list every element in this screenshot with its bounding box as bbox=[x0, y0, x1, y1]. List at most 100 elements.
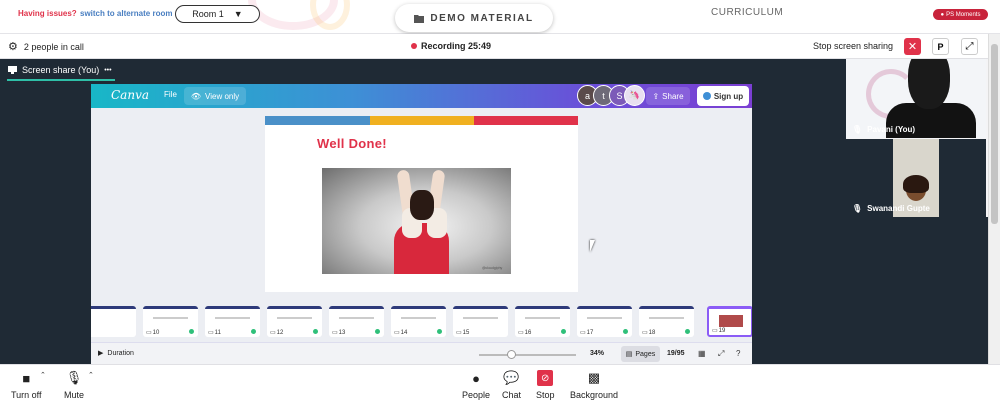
switch-room-link[interactable]: switch to alternate room bbox=[80, 9, 172, 18]
people-button[interactable]: ● People bbox=[462, 370, 491, 401]
thumbnail-number: ▭ 12 bbox=[270, 329, 283, 337]
unicorn-avatar-icon[interactable]: 🦄 bbox=[624, 85, 645, 106]
slide-thumbnail[interactable]: ▭ 11 bbox=[205, 306, 260, 337]
expand-button[interactable]: ⤢ bbox=[961, 38, 978, 55]
video-camera-icon: ■ bbox=[22, 370, 31, 386]
microphone-icon: 🎙 bbox=[852, 125, 863, 134]
view-only-button[interactable]: 👁 View only bbox=[184, 87, 246, 105]
more-options-icon[interactable]: ••• bbox=[104, 67, 111, 74]
page-scrollbar[interactable] bbox=[988, 34, 1000, 364]
mute-label: Mute bbox=[64, 390, 85, 400]
canva-logo[interactable]: Canva bbox=[111, 88, 149, 102]
participant-tile[interactable]: 🎙 Pavani (You) bbox=[846, 59, 986, 138]
demo-material-button[interactable]: DEMO MATERIAL bbox=[395, 4, 553, 32]
help-icon[interactable]: ? bbox=[736, 349, 740, 358]
screen-share-tab-label: Screen share (You) bbox=[22, 65, 100, 75]
share-upload-icon: ⇪ bbox=[652, 91, 660, 101]
people-label: People bbox=[462, 390, 491, 400]
room-select-value: Room 1 bbox=[192, 9, 224, 19]
slide-stripe-yellow bbox=[370, 116, 474, 125]
chevron-down-icon[interactable]: ⌃ bbox=[88, 371, 94, 379]
check-icon bbox=[437, 329, 442, 334]
gif-figure-head bbox=[410, 190, 434, 220]
recording-label: Recording 25:49 bbox=[421, 41, 492, 51]
duration-button[interactable]: ▶ Duration bbox=[98, 349, 134, 358]
pin-button[interactable]: P bbox=[932, 38, 949, 55]
check-icon bbox=[189, 329, 194, 334]
zoom-slider-handle[interactable] bbox=[507, 350, 516, 359]
slide: Well Done! @cloudgiphy bbox=[265, 116, 578, 292]
ps-moments-label: PS Moments bbox=[946, 11, 981, 18]
slide-thumbnail[interactable]: ▭ 18 bbox=[639, 306, 694, 337]
stop-share-button[interactable]: ⊘ Stop bbox=[536, 370, 555, 400]
stop-screen-sharing-label[interactable]: Stop screen sharing bbox=[813, 41, 893, 51]
pages-button[interactable]: ▤ Pages bbox=[621, 346, 660, 362]
fullscreen-icon[interactable]: ⤢ bbox=[718, 349, 724, 359]
slide-stripe-blue bbox=[265, 116, 370, 125]
slide-thumbnail[interactable]: ▭ 16 bbox=[515, 306, 570, 337]
scrollbar-thumb[interactable] bbox=[991, 44, 998, 224]
ps-moments-button[interactable]: ● PS Moments bbox=[933, 9, 988, 20]
room-select[interactable]: Room 1 ▼ bbox=[175, 5, 260, 23]
thumbnail-number: ▭ 10 bbox=[146, 329, 159, 337]
grid-view-icon[interactable]: ▦ bbox=[698, 349, 706, 358]
participant-name-label: Pavani (You) bbox=[867, 125, 916, 134]
slide-thumbnail[interactable]: ▭ 12 bbox=[267, 306, 322, 337]
thumbnail-text bbox=[525, 317, 560, 319]
camera-toggle-label: Turn off bbox=[11, 390, 42, 400]
canva-share-label: Share bbox=[662, 91, 684, 101]
thumbnail-number: ▭ 11 bbox=[208, 329, 221, 337]
play-icon: ▶ bbox=[98, 350, 104, 357]
canva-share-button[interactable]: ⇪ Share bbox=[646, 87, 690, 105]
thumbnail-number-label: 16 bbox=[524, 329, 532, 336]
canva-signup-button[interactable]: Sign up bbox=[697, 86, 749, 106]
canva-file-menu[interactable]: File bbox=[164, 90, 177, 99]
stop-sharing-close-button[interactable]: ✕ bbox=[904, 38, 921, 55]
thumbnail-number: ▭ 15 bbox=[456, 329, 469, 337]
thumbnail-number-label: 19 bbox=[718, 327, 726, 334]
thumbnail-text bbox=[339, 317, 374, 319]
chevron-down-icon[interactable]: ⌃ bbox=[40, 371, 46, 379]
people-in-call[interactable]: ⚙ 2 people in call bbox=[8, 40, 84, 53]
background-pattern-icon: ▩ bbox=[587, 370, 601, 385]
slide-thumbnail[interactable] bbox=[91, 306, 136, 337]
slide-thumbnail[interactable]: ▭ 15 bbox=[453, 306, 508, 337]
page-count: 19/95 bbox=[667, 350, 685, 357]
slide-thumbnail[interactable]: ▭ 14 bbox=[391, 306, 446, 337]
thumbnail-number-label: 11 bbox=[214, 329, 221, 336]
thumbnail-number: ▭ 13 bbox=[332, 329, 346, 337]
slide-thumbnail[interactable]: ▭ 13 bbox=[329, 306, 384, 337]
participant-tile[interactable]: 🎙 Swanandi Gupte bbox=[846, 139, 986, 217]
gear-icon[interactable]: ⚙ bbox=[8, 40, 18, 53]
comment-icon: ▭ bbox=[712, 328, 718, 334]
thumbnail-number: ▭ 16 bbox=[518, 329, 532, 337]
thumbnail-number-label: 13 bbox=[338, 329, 346, 336]
top-bar: Having issues? switch to alternate room … bbox=[0, 0, 1000, 34]
slide-thumbnail-current[interactable]: ▭ 19 bbox=[707, 306, 752, 337]
comment-icon: ▭ bbox=[332, 330, 338, 336]
screen-share-tab[interactable]: Screen share (You) ••• bbox=[8, 65, 112, 75]
slide-thumbnail[interactable]: ▭ 10 bbox=[143, 306, 198, 337]
check-icon bbox=[375, 329, 380, 334]
demo-material-label: DEMO MATERIAL bbox=[430, 12, 534, 24]
recording-indicator: Recording 25:49 bbox=[411, 41, 491, 51]
zoom-slider[interactable] bbox=[479, 354, 576, 356]
background-button[interactable]: ▩ Background bbox=[570, 370, 618, 400]
tab-underline bbox=[7, 79, 115, 81]
comment-icon: ▭ bbox=[146, 330, 152, 336]
chat-button[interactable]: 💬 Chat bbox=[502, 370, 521, 400]
camera-toggle-button[interactable]: ■ Turn off bbox=[11, 370, 42, 401]
thumbnail-text bbox=[277, 317, 312, 319]
pages-icon: ▤ bbox=[625, 351, 633, 358]
mute-button[interactable]: 🎙 Mute bbox=[64, 370, 84, 400]
thumbnail-number: ▭ 18 bbox=[642, 329, 655, 337]
canva-toolbar: Canva File 👁 View only a t S 🦄 ⇪ Share S… bbox=[91, 84, 752, 108]
thumbnail-text bbox=[401, 317, 436, 319]
comment-icon: ▭ bbox=[518, 330, 524, 336]
microphone-icon: 🎙 bbox=[65, 370, 83, 385]
check-icon bbox=[313, 329, 318, 334]
curriculum-tab[interactable]: CURRICULUM bbox=[711, 7, 783, 18]
canva-signup-label: Sign up bbox=[713, 91, 744, 101]
slide-thumbnail[interactable]: ▭ 17 bbox=[577, 306, 632, 337]
comment-icon: ▭ bbox=[208, 330, 214, 336]
